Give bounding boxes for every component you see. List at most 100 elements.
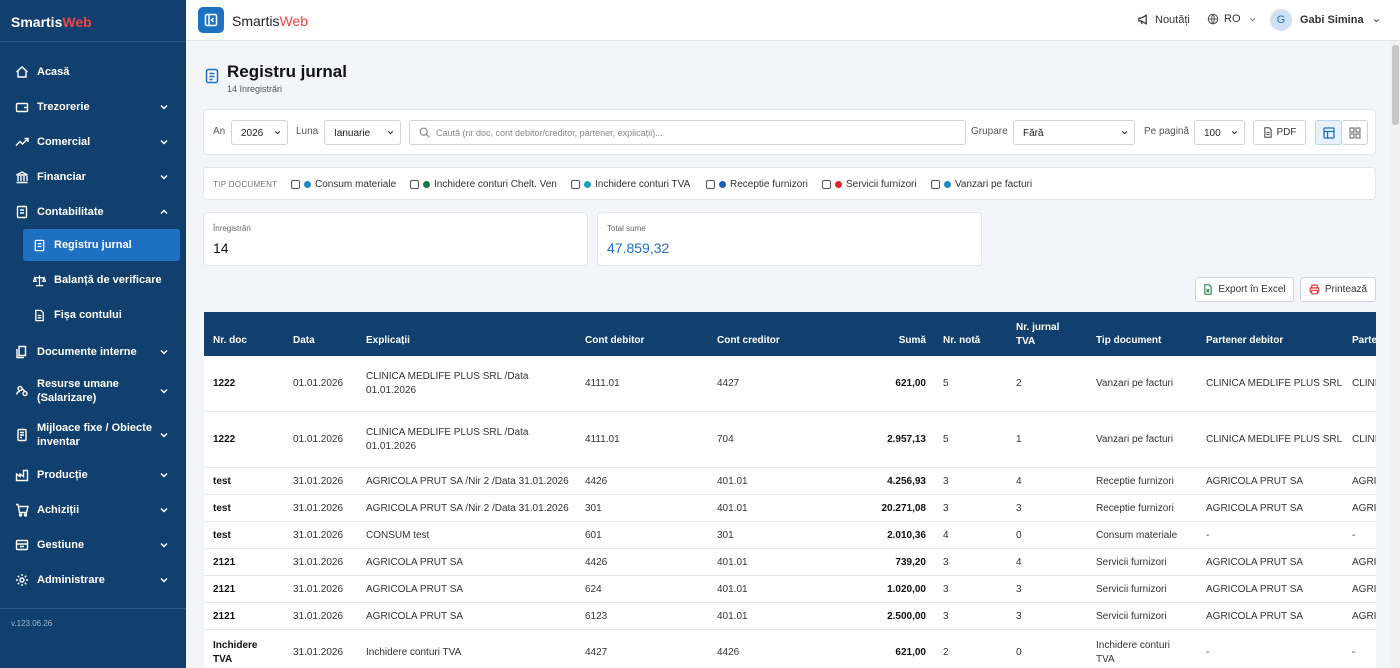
checkbox[interactable] <box>931 180 940 189</box>
cell-suma: 20.271,08 <box>881 503 927 514</box>
cell-nr-doc: 1222 <box>213 434 236 445</box>
print-button[interactable]: Printează <box>1300 277 1376 302</box>
sidebar-item-resurse-umane[interactable]: Resurse umane (Salarizare) <box>0 369 186 413</box>
bank-icon <box>14 169 29 184</box>
cell-nr-doc: 2121 <box>213 557 236 568</box>
group-select[interactable]: Fără <box>1013 120 1135 145</box>
grid-view-button[interactable] <box>1341 120 1368 145</box>
sidebar-item-mijloace-fixe[interactable]: Mijloace fixe / Obiecte inventar <box>0 413 186 457</box>
avatar: G <box>1270 9 1292 31</box>
table-row[interactable]: 2121 31.01.2026 AGRICOLA PRUT SA 624 401.01 1… <box>204 576 1376 603</box>
page-scrollbar-thumb[interactable] <box>1392 45 1399 125</box>
sidebar-item-productie[interactable]: Producție <box>0 457 186 492</box>
table-row[interactable]: test 31.01.2026 AGRICOLA PRUT SA /Nir 2 /D… <box>204 468 1376 495</box>
cell-nr-nota: 2 <box>943 647 949 658</box>
chevron-down-icon <box>160 174 168 179</box>
sidebar-item-acasa[interactable]: Acasă <box>0 54 186 89</box>
cell-partener-creditor: - <box>1352 647 1356 658</box>
wallet-icon <box>14 99 29 114</box>
language-selector[interactable]: RO <box>1207 13 1257 25</box>
user-menu[interactable]: G Gabi Simina <box>1270 9 1381 31</box>
app-logo-icon[interactable] <box>198 7 224 33</box>
column-header-cont-creditor[interactable]: Cont creditor <box>717 335 780 346</box>
column-header-partener-debitor[interactable]: Partener debitor <box>1206 335 1283 346</box>
table-row[interactable]: 1222 01.01.2026 CLINICA MEDLIFE PLUS SRL /… <box>204 356 1376 412</box>
chevron-down-icon <box>160 577 168 582</box>
news-button[interactable]: Noutăți <box>1137 13 1190 26</box>
cell-partener-creditor: AGRICOLA PRUT SA <box>1352 503 1376 514</box>
sidebar-item-label: Documente interne <box>37 345 137 358</box>
sidebar-item-documente-interne[interactable]: Documente interne <box>0 334 186 369</box>
filter-vanzari-pe-facturi[interactable]: Vanzari pe facturi <box>931 179 1032 190</box>
cell-nr-nota: 3 <box>943 503 949 514</box>
cell-suma: 621,00 <box>895 378 926 389</box>
table-row[interactable]: test 31.01.2026 AGRICOLA PRUT SA /Nir 2 /D… <box>204 495 1376 522</box>
journal-icon <box>32 238 46 252</box>
filter-receptie-furnizori[interactable]: Receptie furnizori <box>706 179 808 190</box>
cell-cont-creditor: 401.01 <box>717 476 748 487</box>
export-excel-button[interactable]: Export în Excel <box>1195 277 1294 302</box>
sidebar-item-financiar[interactable]: Financiar <box>0 159 186 194</box>
sidebar-subitem-fisa-contului[interactable]: Fișa contului <box>23 299 180 331</box>
page-scrollbar[interactable] <box>1391 41 1400 668</box>
filter-inchidere-conturi-chelt[interactable]: Inchidere conturi Chelt. Ven <box>410 179 557 190</box>
filter-consum-materiale[interactable]: Consum materiale <box>291 179 396 190</box>
column-header-explicatii[interactable]: Explicații <box>366 335 410 346</box>
checkbox[interactable] <box>571 180 580 189</box>
cell-explicatii-line: 01.01.2026 <box>366 385 417 396</box>
year-select[interactable]: 2026 <box>231 120 288 145</box>
sidebar-subitem-registru-jurnal[interactable]: Registru jurnal <box>23 229 180 261</box>
filter-label: Inchidere conturi Chelt. Ven <box>434 179 557 190</box>
pdf-button[interactable]: PDF <box>1253 120 1306 145</box>
cell-explicatii: CONSUM test <box>366 529 576 543</box>
cell-nr-doc: 2121 <box>213 611 236 622</box>
table-view-button[interactable] <box>1315 120 1342 145</box>
sidebar-subitem-balanta[interactable]: Balanță de verificare <box>23 264 180 296</box>
sidebar-item-contabilitate[interactable]: Contabilitate <box>0 194 186 229</box>
cell-explicatii-line: AGRICOLA PRUT SA <box>366 611 464 622</box>
filter-label: Servicii furnizori <box>846 179 917 190</box>
brand-logo[interactable]: SmartisWeb <box>0 0 186 42</box>
sidebar-item-gestiune[interactable]: Gestiune <box>0 527 186 562</box>
table-row[interactable]: 1222 01.01.2026 CLINICA MEDLIFE PLUS SRL /… <box>204 412 1376 468</box>
cell-partener-debitor: AGRICOLA PRUT SA <box>1206 584 1304 595</box>
filter-inchidere-conturi-tva[interactable]: Inchidere conturi TVA <box>571 179 690 190</box>
column-header-partener-creditor[interactable]: Partener creditor <box>1352 335 1376 346</box>
column-header-nr-doc[interactable]: Nr. doc <box>213 335 247 346</box>
sidebar-subitem-label: Fișa contului <box>54 309 122 321</box>
checkbox[interactable] <box>291 180 300 189</box>
per-page-select[interactable]: 100 <box>1194 120 1245 145</box>
sidebar-divider <box>0 608 186 609</box>
table-row[interactable]: Inchidere TVA 31.01.2026 Inchidere conturi… <box>204 630 1376 668</box>
column-header-suma[interactable]: Sumă <box>854 335 926 346</box>
cell-nr-jurnal-tva: 2 <box>1016 378 1022 389</box>
column-header-cont-debitor[interactable]: Cont debitor <box>585 335 644 346</box>
checkbox[interactable] <box>410 180 419 189</box>
cart-icon <box>14 502 29 517</box>
cell-nr-jurnal-tva: 4 <box>1016 557 1022 568</box>
sidebar-item-trezorerie[interactable]: Trezorerie <box>0 89 186 124</box>
cell-explicatii: Inchidere conturi TVA <box>366 646 576 660</box>
column-header-nr-jurnal-tva[interactable]: Nr. jurnal TVA <box>1016 321 1059 349</box>
table-row[interactable]: 2121 31.01.2026 AGRICOLA PRUT SA 4426 401.01… <box>204 549 1376 576</box>
sidebar-item-achizitii[interactable]: Achiziții <box>0 492 186 527</box>
cell-data: 31.01.2026 <box>293 530 344 541</box>
column-header-data[interactable]: Data <box>293 335 315 346</box>
table-row[interactable]: test 31.01.2026 CONSUM test 601 301 2.010,36 4… <box>204 522 1376 549</box>
sidebar-item-administrare[interactable]: Administrare <box>0 562 186 597</box>
group-value: Fără <box>1023 128 1044 139</box>
table-row[interactable]: 2121 31.01.2026 AGRICOLA PRUT SA 6123 401.01… <box>204 603 1376 630</box>
cell-partener-debitor: AGRICOLA PRUT SA <box>1206 557 1304 568</box>
column-header-nr-nota[interactable]: Nr. notă <box>943 335 980 346</box>
column-header-tip-document[interactable]: Tip document <box>1096 335 1161 346</box>
search-input[interactable]: Caută (nr doc, cont debitor/creditor, pa… <box>409 120 966 145</box>
checkbox[interactable] <box>822 180 831 189</box>
sidebar-item-comercial[interactable]: Comercial <box>0 124 186 159</box>
book-icon <box>14 204 29 219</box>
cell-explicatii-line: AGRICOLA PRUT SA /Nir 2 /Data 31.01.2026 <box>366 503 569 514</box>
checkbox[interactable] <box>706 180 715 189</box>
month-select[interactable]: Ianuarie <box>324 120 401 145</box>
filter-servicii-furnizori[interactable]: Servicii furnizori <box>822 179 917 190</box>
cell-nr-doc: Inchidere TVA <box>213 640 258 665</box>
cell-suma: 2.957,13 <box>887 434 926 445</box>
